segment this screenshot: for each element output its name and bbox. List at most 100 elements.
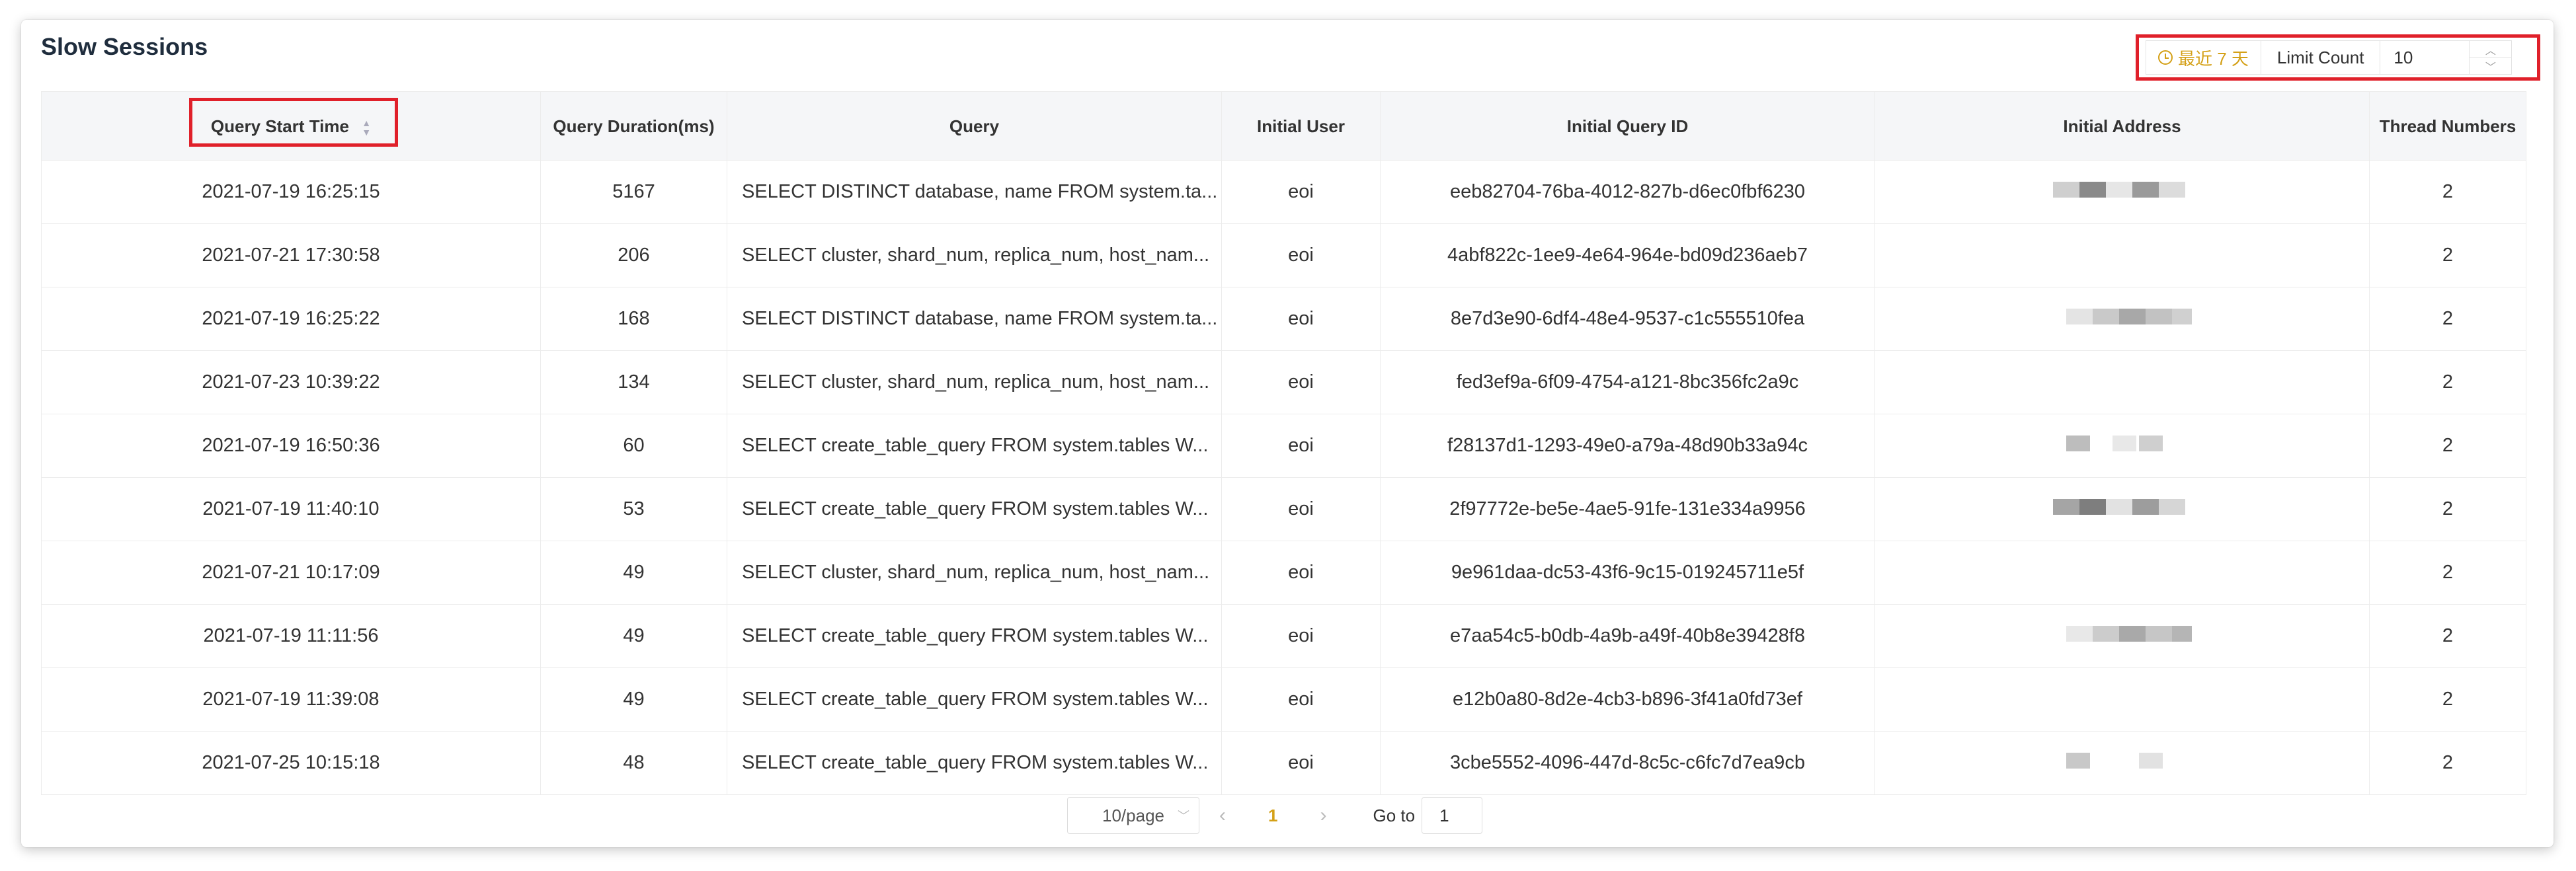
- slow-sessions-table: Query Start Time ▲ ▼ Query Duration(ms) Q…: [41, 91, 2526, 795]
- table-row[interactable]: 2021-07-19 11:39:08 49 SELECT create_table…: [41, 667, 2526, 732]
- cell-user: eoi: [1221, 160, 1381, 224]
- cell-user: eoi: [1221, 223, 1381, 287]
- redacted-address: [2053, 626, 2192, 642]
- pagination: 10/page ﹀ ‹ 1 › Go to 1: [1067, 797, 1483, 834]
- next-page-icon[interactable]: ›: [1320, 804, 1326, 827]
- redacted-address: [2053, 372, 2192, 388]
- cell-id: eeb82704-76ba-4012-827b-d6ec0fbf6230: [1380, 160, 1875, 224]
- redacted-address: [2053, 436, 2192, 451]
- cell-user: eoi: [1221, 350, 1381, 414]
- limit-count-label: Limit Count: [2260, 40, 2380, 75]
- decrement-icon[interactable]: ﹀: [2470, 57, 2512, 74]
- table-row[interactable]: 2021-07-19 11:11:56 49 SELECT create_table…: [41, 604, 2526, 668]
- cell-query: SELECT create_table_query FROM system.ta…: [727, 477, 1222, 541]
- cell-duration: 53: [540, 477, 727, 541]
- page-size-select[interactable]: 10/page ﹀: [1067, 797, 1199, 834]
- table-row[interactable]: 2021-07-19 16:50:36 60 SELECT create_table…: [41, 414, 2526, 478]
- cell-duration: 48: [540, 731, 727, 795]
- cell-time: 2021-07-21 10:17:09: [41, 541, 541, 605]
- cell-query: SELECT create_table_query FROM system.ta…: [727, 604, 1222, 668]
- table-row[interactable]: 2021-07-19 16:25:22 168 SELECT DISTINCT da…: [41, 287, 2526, 351]
- cell-id: e7aa54c5-b0db-4a9b-a49f-40b8e39428f8: [1380, 604, 1875, 668]
- redacted-address: [2053, 689, 2192, 705]
- cell-id: fed3ef9a-6f09-4754-a121-8bc356fc2a9c: [1380, 350, 1875, 414]
- cell-user: eoi: [1221, 287, 1381, 351]
- cell-query: SELECT create_table_query FROM system.ta…: [727, 731, 1222, 795]
- cell-threads: 2: [2369, 604, 2526, 668]
- cell-threads: 2: [2369, 477, 2526, 541]
- table-header-row: Query Start Time ▲ ▼ Query Duration(ms) Q…: [41, 91, 2526, 161]
- goto-page: Go to 1: [1373, 797, 1483, 834]
- table-row[interactable]: 2021-07-19 11:40:10 53 SELECT create_table…: [41, 477, 2526, 541]
- limit-count-input[interactable]: 10 ︿ ﹀: [2380, 40, 2513, 75]
- column-header-initial-user: Initial User: [1221, 91, 1381, 161]
- column-header-thread-numbers: Thread Numbers: [2369, 91, 2526, 161]
- cell-initial-address: [1874, 667, 2370, 732]
- increment-icon[interactable]: ︿: [2470, 41, 2511, 57]
- table-row[interactable]: 2021-07-19 16:25:15 5167 SELECT DISTINCT d…: [41, 160, 2526, 224]
- page-number-current[interactable]: 1: [1268, 806, 1277, 826]
- cell-query: SELECT DISTINCT database, name FROM syst…: [727, 287, 1222, 351]
- sort-column-highlight: [189, 98, 398, 147]
- cell-initial-address: [1874, 287, 2370, 351]
- cell-duration: 134: [540, 350, 727, 414]
- cell-query: SELECT create_table_query FROM system.ta…: [727, 414, 1222, 478]
- table-row[interactable]: 2021-07-23 10:39:22 134 SELECT cluster, sh…: [41, 350, 2526, 414]
- cell-threads: 2: [2369, 541, 2526, 605]
- table-row[interactable]: 2021-07-25 10:15:18 48 SELECT create_table…: [41, 731, 2526, 795]
- cell-initial-address: [1874, 604, 2370, 668]
- prev-page-icon[interactable]: ‹: [1219, 804, 1226, 827]
- cell-initial-address: [1874, 223, 2370, 287]
- cell-user: eoi: [1221, 731, 1381, 795]
- column-header-query-duration: Query Duration(ms): [540, 91, 727, 161]
- redacted-address: [2053, 562, 2192, 578]
- time-range-label: 最近 7 天: [2178, 48, 2249, 69]
- cell-query: SELECT cluster, shard_num, replica_num, …: [727, 541, 1222, 605]
- cell-duration: 206: [540, 223, 727, 287]
- cell-query: SELECT cluster, shard_num, replica_num, …: [727, 223, 1222, 287]
- limit-count-stepper: ︿ ﹀: [2469, 41, 2512, 74]
- redacted-address: [2053, 753, 2192, 769]
- page-title: Slow Sessions: [41, 33, 208, 60]
- cell-initial-address: [1874, 414, 2370, 478]
- cell-user: eoi: [1221, 604, 1381, 668]
- cell-time: 2021-07-19 11:39:08: [41, 667, 541, 732]
- clock-icon: [2158, 50, 2173, 65]
- table-row[interactable]: 2021-07-21 17:30:58 206 SELECT cluster, sh…: [41, 223, 2526, 287]
- column-header-query: Query: [727, 91, 1222, 161]
- chevron-down-icon: ﹀: [1178, 810, 1189, 823]
- cell-time: 2021-07-19 11:40:10: [41, 477, 541, 541]
- cell-initial-address: [1874, 160, 2370, 224]
- cell-threads: 2: [2369, 160, 2526, 224]
- table-row[interactable]: 2021-07-21 10:17:09 49 SELECT cluster, sha…: [41, 541, 2526, 605]
- redacted-address: [2053, 309, 2192, 324]
- cell-time: 2021-07-19 16:25:15: [41, 160, 541, 224]
- column-header-initial-query-id: Initial Query ID: [1380, 91, 1875, 161]
- cell-duration: 168: [540, 287, 727, 351]
- cell-query: SELECT DISTINCT database, name FROM syst…: [727, 160, 1222, 224]
- cell-user: eoi: [1221, 667, 1381, 732]
- cell-initial-address: [1874, 477, 2370, 541]
- cell-id: e12b0a80-8d2e-4cb3-b896-3f41a0fd73ef: [1380, 667, 1875, 732]
- cell-id: 2f97772e-be5e-4ae5-91fe-131e334a9956: [1380, 477, 1875, 541]
- redacted-address: [2052, 182, 2192, 198]
- cell-initial-address: [1874, 541, 2370, 605]
- cell-time: 2021-07-23 10:39:22: [41, 350, 541, 414]
- cell-threads: 2: [2369, 667, 2526, 732]
- cell-threads: 2: [2369, 350, 2526, 414]
- redacted-address: [2053, 245, 2192, 261]
- cell-initial-address: [1874, 350, 2370, 414]
- cell-duration: 49: [540, 667, 727, 732]
- redacted-address: [2052, 499, 2192, 515]
- cell-id: 4abf822c-1ee9-4e64-964e-bd09d236aeb7: [1380, 223, 1875, 287]
- cell-user: eoi: [1221, 541, 1381, 605]
- cell-time: 2021-07-25 10:15:18: [41, 731, 541, 795]
- cell-query: SELECT cluster, shard_num, replica_num, …: [727, 350, 1222, 414]
- cell-threads: 2: [2369, 731, 2526, 795]
- goto-label: Go to: [1373, 805, 1416, 825]
- limit-count-value: 10: [2394, 47, 2413, 67]
- time-range-button[interactable]: 最近 7 天: [2146, 40, 2261, 75]
- cell-time: 2021-07-19 16:50:36: [41, 414, 541, 478]
- goto-page-input[interactable]: 1: [1422, 797, 1483, 834]
- cell-time: 2021-07-19 16:25:22: [41, 287, 541, 351]
